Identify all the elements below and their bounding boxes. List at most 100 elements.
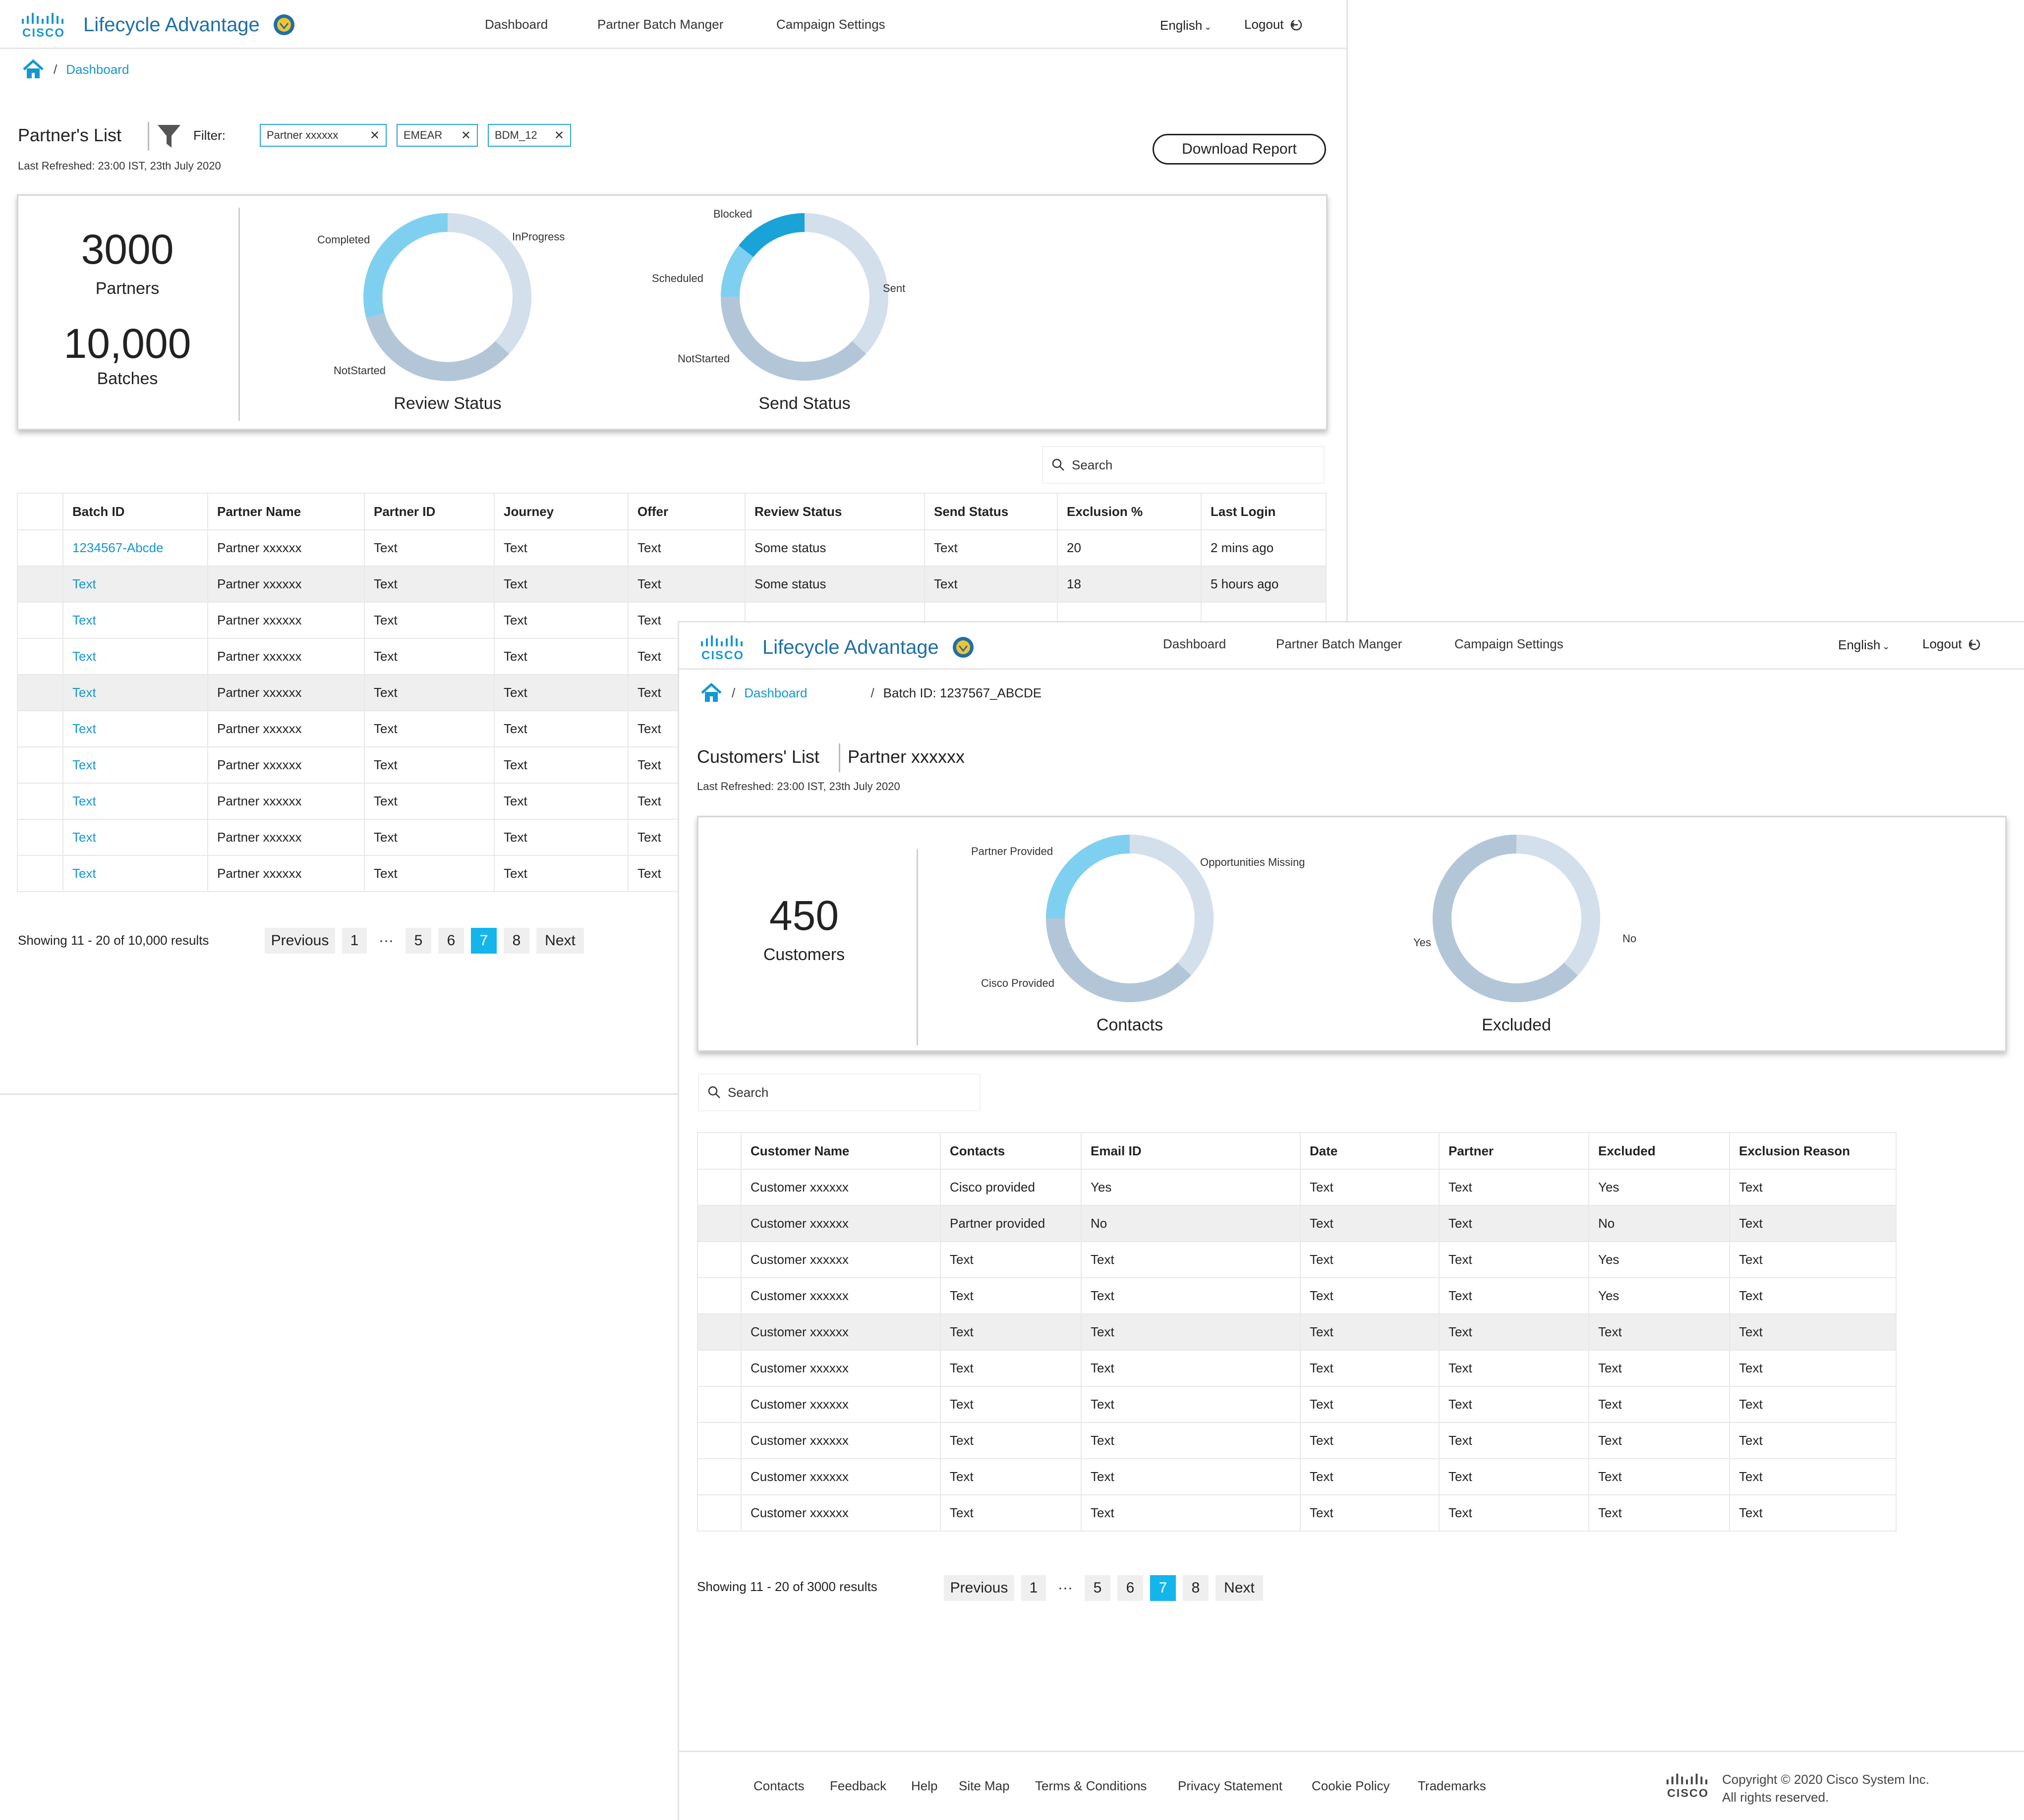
search-input[interactable] bbox=[1071, 456, 1263, 473]
breadcrumb-dashboard[interactable]: Dashboard bbox=[66, 62, 129, 77]
svg-text:CISCO: CISCO bbox=[701, 649, 744, 661]
batch-id-link[interactable]: Text bbox=[62, 783, 208, 820]
logout-icon bbox=[1968, 639, 1980, 650]
page-1-button[interactable]: 1 bbox=[1021, 1575, 1046, 1601]
column-header[interactable]: Last Login bbox=[1201, 493, 1327, 530]
summary-card: 450 Customers Partner Provided Opportuni… bbox=[697, 816, 2007, 1052]
batch-id-link[interactable]: Text bbox=[62, 566, 208, 603]
filter-chip-region[interactable]: EMEAR ✕ bbox=[397, 124, 478, 147]
filter-chip-partner[interactable]: Partner xxxxxx ✕ bbox=[260, 124, 387, 147]
column-header[interactable]: Partner bbox=[1439, 1132, 1589, 1170]
table-cell: Text bbox=[1300, 1422, 1440, 1459]
next-page-button[interactable]: Next bbox=[1215, 1575, 1263, 1601]
column-header[interactable]: Email ID bbox=[1081, 1132, 1301, 1170]
page-1-button[interactable]: 1 bbox=[342, 928, 367, 954]
home-icon[interactable] bbox=[700, 682, 723, 704]
batch-id-link[interactable]: Text bbox=[62, 638, 208, 675]
footer-link-contacts[interactable]: Contacts bbox=[753, 1778, 805, 1794]
column-header[interactable]: Send Status bbox=[924, 493, 1058, 530]
batch-id-link[interactable]: Text bbox=[62, 602, 208, 639]
column-header[interactable]: Journey bbox=[494, 493, 629, 530]
close-icon[interactable]: ✕ bbox=[370, 128, 380, 143]
column-header[interactable]: Review Status bbox=[745, 493, 925, 530]
footer-link-trademarks[interactable]: Trademarks bbox=[1418, 1778, 1486, 1794]
page-8-button[interactable]: 8 bbox=[504, 928, 529, 954]
table-row[interactable]: Customer xxxxxx Cisco provided Yes Text Text… bbox=[697, 1169, 1897, 1206]
footer-link-terms[interactable]: Terms & Conditions bbox=[1035, 1778, 1147, 1794]
svg-text:CISCO: CISCO bbox=[22, 26, 65, 39]
brand[interactable]: CISCO Lifecycle Advantage bbox=[700, 633, 975, 661]
nav-dashboard[interactable]: Dashboard bbox=[485, 17, 548, 32]
batch-id-link[interactable]: Text bbox=[62, 710, 208, 747]
column-header[interactable]: Exclusion Reason bbox=[1729, 1132, 1897, 1170]
table-row[interactable]: Customer xxxxxx Text Text Text Text Text Text bbox=[697, 1422, 1897, 1459]
row-select-gutter bbox=[17, 746, 63, 784]
close-icon[interactable]: ✕ bbox=[554, 128, 564, 143]
table-row[interactable]: Customer xxxxxx Text Text Text Text Text Text bbox=[697, 1494, 1897, 1532]
filter-icon[interactable] bbox=[157, 124, 181, 150]
footer-link-cookies[interactable]: Cookie Policy bbox=[1312, 1778, 1390, 1794]
logout-button[interactable]: Logout bbox=[1244, 17, 1304, 32]
nav-partner-batch-manager[interactable]: Partner Batch Manger bbox=[1276, 636, 1402, 652]
nav-partner-batch-manager[interactable]: Partner Batch Manger bbox=[597, 17, 723, 32]
batch-id-link[interactable]: 1234567-Abcde bbox=[62, 529, 208, 567]
page-6-button[interactable]: 6 bbox=[1117, 1575, 1143, 1601]
column-header[interactable]: Exclusion % bbox=[1057, 493, 1202, 530]
page-7-button[interactable]: 7 bbox=[471, 928, 497, 954]
review-label-completed: Completed bbox=[317, 233, 370, 246]
batch-id-link[interactable]: Text bbox=[62, 674, 208, 711]
footer-link-privacy[interactable]: Privacy Statement bbox=[1178, 1778, 1282, 1794]
logout-button[interactable]: Logout bbox=[1922, 636, 1982, 652]
batch-id-link[interactable]: Text bbox=[62, 855, 208, 892]
search-box[interactable] bbox=[1042, 446, 1325, 484]
table-row[interactable]: Customer xxxxxx Text Text Text Text Text Text bbox=[697, 1458, 1897, 1495]
table-row[interactable]: Customer xxxxxx Text Text Text Text Yes Text bbox=[697, 1241, 1897, 1278]
breadcrumb-dashboard[interactable]: Dashboard bbox=[744, 685, 807, 701]
table-cell: Text bbox=[494, 674, 629, 711]
nav-dashboard[interactable]: Dashboard bbox=[1163, 636, 1226, 652]
column-header[interactable]: Date bbox=[1300, 1132, 1440, 1170]
table-row[interactable]: Customer xxxxxx Text Text Text Text Yes Text bbox=[697, 1277, 1897, 1314]
previous-page-button[interactable]: Previous bbox=[265, 928, 335, 954]
language-select[interactable]: English ⌄ bbox=[1160, 18, 1212, 33]
footer-link-sitemap[interactable]: Site Map bbox=[959, 1778, 1010, 1794]
column-header[interactable]: Batch ID bbox=[62, 493, 208, 530]
page-5-button[interactable]: 5 bbox=[405, 928, 431, 954]
close-icon[interactable]: ✕ bbox=[461, 128, 471, 143]
filter-chip-bdm[interactable]: BDM_12 ✕ bbox=[488, 124, 571, 147]
column-header[interactable]: Partner ID bbox=[364, 493, 495, 530]
donut-segment-opportunities-missing bbox=[1129, 835, 1214, 975]
app-title: Lifecycle Advantage bbox=[83, 13, 260, 36]
search-input[interactable] bbox=[727, 1084, 919, 1101]
page-7-button[interactable]: 7 bbox=[1150, 1575, 1176, 1601]
column-header[interactable]: Offer bbox=[628, 493, 746, 530]
footer-link-feedback[interactable]: Feedback bbox=[830, 1778, 886, 1794]
footer-link-help[interactable]: Help bbox=[911, 1778, 937, 1794]
language-select[interactable]: English ⌄ bbox=[1838, 637, 1890, 653]
column-header[interactable]: Contacts bbox=[940, 1132, 1082, 1170]
batch-id-link[interactable]: Text bbox=[62, 819, 208, 856]
column-header[interactable]: Customer Name bbox=[741, 1132, 941, 1170]
table-row[interactable]: Customer xxxxxx Text Text Text Text Text Text bbox=[697, 1350, 1897, 1387]
page-8-button[interactable]: 8 bbox=[1183, 1575, 1209, 1601]
download-report-button[interactable]: Download Report bbox=[1153, 134, 1326, 165]
column-header[interactable]: Partner Name bbox=[207, 493, 365, 530]
page-5-button[interactable]: 5 bbox=[1085, 1575, 1110, 1601]
table-row[interactable]: Customer xxxxxx Partner provided No Text Tex… bbox=[697, 1205, 1897, 1242]
column-header[interactable]: Excluded bbox=[1588, 1132, 1730, 1170]
chevron-down-icon: ⌄ bbox=[1882, 641, 1890, 651]
cisco-footer-logo-icon: CISCO bbox=[1666, 1773, 1708, 1799]
table-row[interactable]: 1234567-Abcde Partner xxxxxx Text Text Text S… bbox=[17, 529, 1327, 567]
page-6-button[interactable]: 6 bbox=[438, 928, 464, 954]
next-page-button[interactable]: Next bbox=[536, 928, 584, 954]
nav-campaign-settings[interactable]: Campaign Settings bbox=[1454, 636, 1563, 652]
search-box[interactable] bbox=[698, 1074, 981, 1111]
previous-page-button[interactable]: Previous bbox=[944, 1575, 1014, 1601]
table-row[interactable]: Customer xxxxxx Text Text Text Text Text Text bbox=[697, 1386, 1897, 1423]
table-row[interactable]: Customer xxxxxx Text Text Text Text Text Text bbox=[697, 1313, 1897, 1351]
home-icon[interactable] bbox=[22, 58, 45, 80]
brand[interactable]: CISCO Lifecycle Advantage bbox=[21, 11, 295, 39]
table-row[interactable]: Text Partner xxxxxx Text Text Text Some statu… bbox=[17, 566, 1327, 603]
batch-id-link[interactable]: Text bbox=[62, 746, 208, 784]
nav-campaign-settings[interactable]: Campaign Settings bbox=[776, 17, 885, 32]
